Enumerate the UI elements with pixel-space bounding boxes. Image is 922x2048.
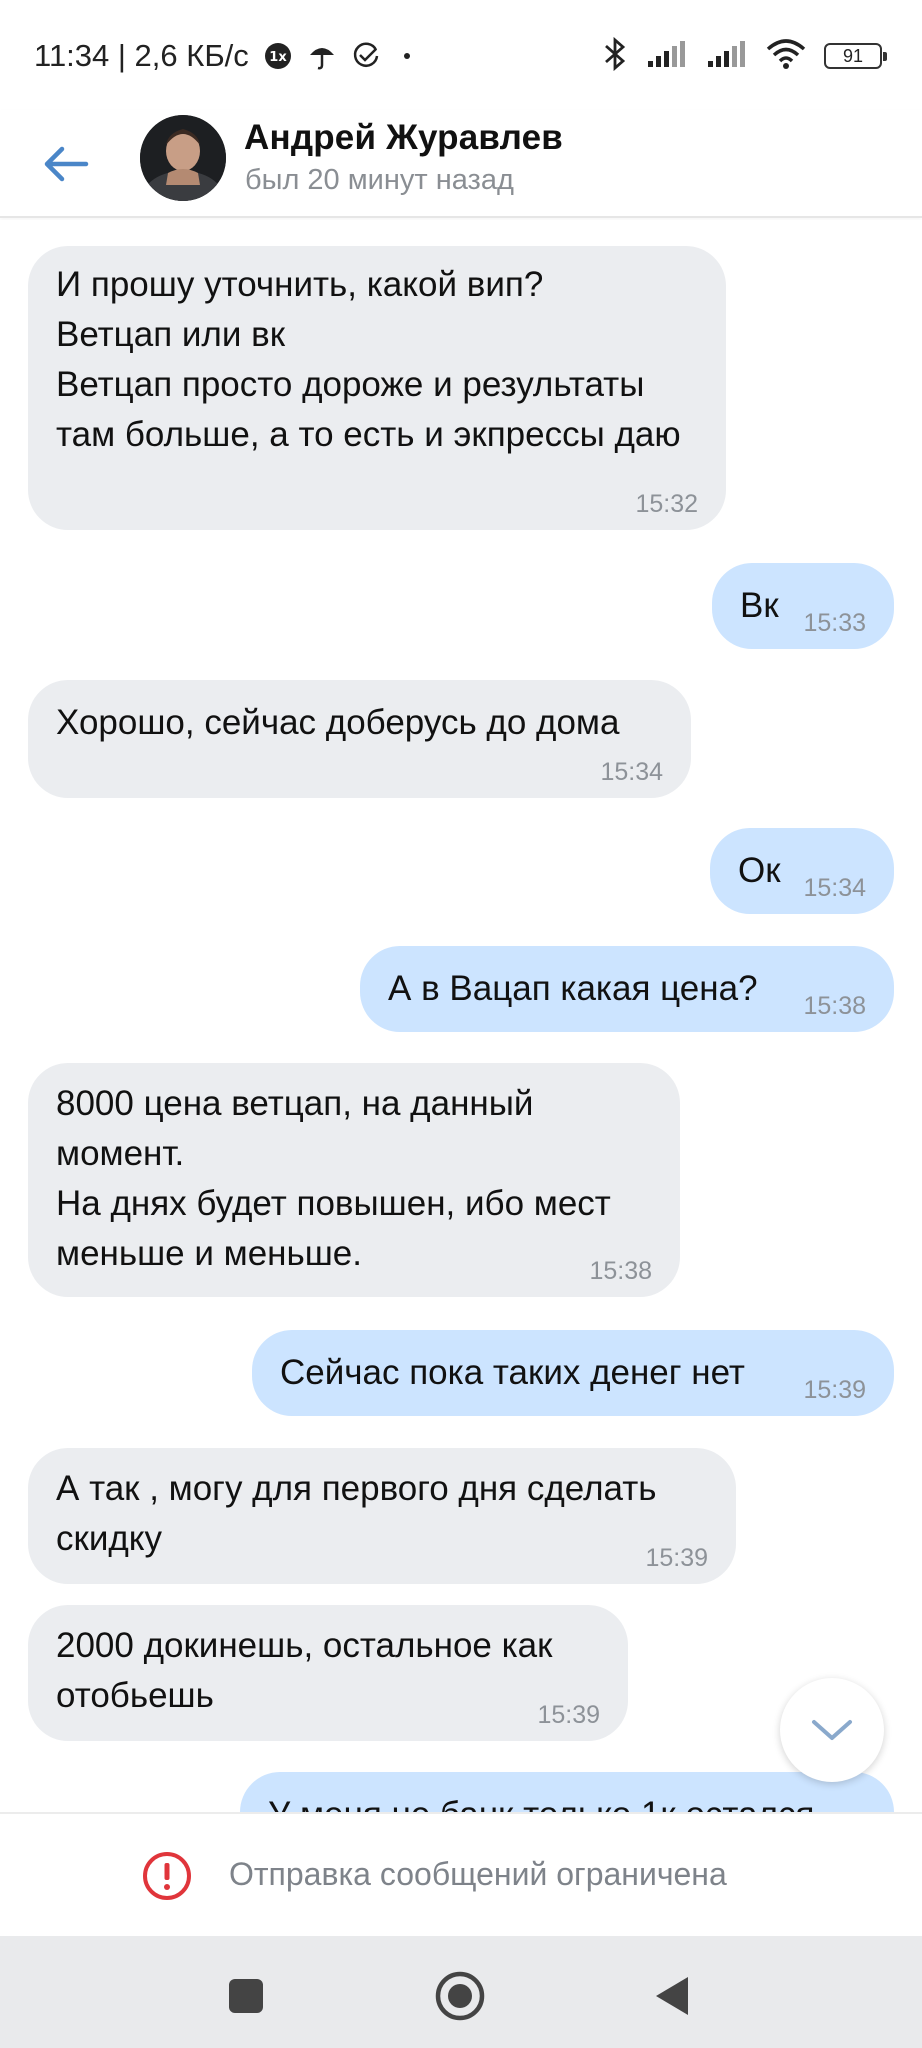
message-time: 15:34 [600,758,663,786]
battery-icon: 91 [824,43,887,69]
message-bubble-incoming[interactable]: 2000 докинешь, остальное как отобьешь 15… [28,1605,628,1741]
chat-area[interactable]: И прошу уточнить, какой вип? Ветцап или … [0,220,922,1812]
message-text: 8000 цена ветцап, на данный момент. На д… [56,1084,611,1273]
bluetooth-icon [602,36,628,76]
triangle-back-icon [656,1977,688,2015]
message-time: 15:38 [803,992,866,1020]
message-bubble-incoming[interactable]: 8000 цена ветцап, на данный момент. На д… [28,1063,680,1297]
message-text: А так , могу для первого дня сделать ски… [56,1469,657,1558]
message-time: 15:39 [803,1376,866,1404]
status-left: 11:34 | 2,6 КБ/с 1x [34,36,411,76]
message-bubble-outgoing[interactable]: А в Вацап какая цена? 15:38 [360,946,894,1032]
app-notification-icon: 1x [263,41,293,71]
chevron-down-icon [812,1720,852,1740]
umbrella-icon [307,41,337,71]
message-time: 15:34 [803,874,866,902]
message-text: Сейчас пока таких денег нет [280,1353,745,1392]
message-time: 15:39 [537,1701,600,1729]
contact-name: Андрей Журавлев [244,118,564,157]
signal-icon-1 [646,39,688,74]
message-text: У меня не банк только 1к остался [268,1790,894,1812]
signal-icon-2 [706,39,748,74]
dot-icon [403,52,411,60]
message-text: И прошу уточнить, какой вип? Ветцап или … [56,265,681,454]
message-time: 15:39 [645,1544,708,1572]
message-time: 15:38 [589,1257,652,1285]
message-bubble-outgoing[interactable]: Сейчас пока таких денег нет 15:39 [252,1330,894,1416]
status-time-speed: 11:34 | 2,6 КБ/с [34,38,249,73]
message-time: 15:33 [803,609,866,637]
restricted-text: Отправка сообщений ограничена [229,1856,727,1892]
arrow-left-icon [44,146,89,182]
contact-status: был 20 минут назад [245,164,514,196]
status-bar: 11:34 | 2,6 КБ/с 1x 91 [0,0,922,110]
navigation-bar [0,1936,922,2048]
message-text: Хорошо, сейчас доберусь до дома [56,703,620,742]
status-right: 91 [602,36,887,76]
restricted-bar: Отправка сообщений ограничена [0,1812,922,1936]
wifi-icon [766,38,806,74]
home-circle-icon [435,1971,485,2021]
message-bubble-incoming[interactable]: И прошу уточнить, какой вип? Ветцап или … [28,246,726,530]
message-bubble-outgoing[interactable]: Вк 15:33 [712,563,894,649]
square-icon [229,1979,263,2013]
back-nav-button[interactable] [642,1966,702,2026]
avatar[interactable] [140,115,226,201]
back-button[interactable] [34,132,98,196]
svg-text:1x: 1x [269,50,287,65]
scroll-down-button[interactable] [780,1678,884,1782]
message-time: 15:32 [635,490,698,518]
message-text: 2000 докинешь, остальное как отобьешь [56,1626,553,1715]
home-button[interactable] [430,1966,490,2026]
warning-icon [142,1851,192,1906]
check-circle-icon [351,41,381,71]
message-bubble-outgoing[interactable]: Ок 15:34 [710,828,894,914]
chat-header: Андрей Журавлев был 20 минут назад [0,110,922,218]
message-bubble-outgoing[interactable]: У меня не банк только 1к остался [240,1772,894,1812]
message-bubble-incoming[interactable]: Хорошо, сейчас доберусь до дома 15:34 [28,680,691,798]
message-bubble-incoming[interactable]: А так , могу для первого дня сделать ски… [28,1448,736,1584]
recent-apps-button[interactable] [216,1966,276,2026]
